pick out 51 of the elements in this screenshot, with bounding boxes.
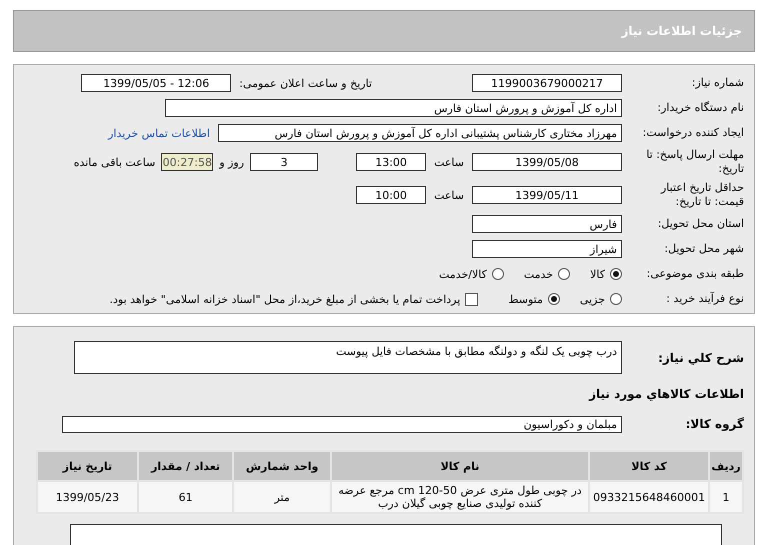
radio-option[interactable]: کالا/خدمت [439, 268, 504, 280]
countdown-field: 00:27:58 [161, 153, 214, 171]
table-cell: متر [233, 481, 331, 513]
date-field: 1399/05/08 [472, 153, 622, 171]
column-header: واحد شمارش [233, 451, 331, 481]
description-field: درب چوبی یک لنگه و دولنگه مطابق با مشخصات فایل پیوست [74, 341, 622, 374]
section-heading: اطلاعات کالاهاي مورد نياز [589, 387, 744, 401]
date-field: 1399/05/11 [472, 186, 622, 204]
payment-checkbox[interactable]: پرداخت تمام یا بخشی از مبلغ خرید،از محل "اسناد خزانه اسلامی" خواهد بود. [110, 292, 478, 306]
announce-date-field: 1399/05/05 - 12:06 [81, 74, 232, 92]
time-field: 10:00 [356, 186, 426, 204]
radio-option[interactable]: متوسط [508, 292, 560, 306]
buyer-field: اداره کل آموزش و پرورش استان فارس [165, 99, 622, 117]
table-cell: 61 [138, 481, 234, 513]
radio-option[interactable]: جزیی [580, 292, 622, 306]
province-field: فارس [472, 215, 622, 233]
radio-option[interactable]: خدمت [524, 268, 570, 280]
field-label: نام دستگاه خریدار: [656, 101, 744, 115]
requester-field: مهرزاد مختاری کارشناس پشتیبانی اداره کل آموزش و پرورش استان فارس [218, 124, 622, 142]
time-field: 13:00 [356, 153, 426, 171]
page-header: جزئیات اطلاعات نیاز [13, 10, 755, 52]
field-label: مهلت ارسال پاسخ: تا تاریخ: [645, 148, 744, 176]
field-label: طبقه بندی موضوعی: [646, 267, 744, 281]
field-label: شرح کلي نياز: [657, 350, 744, 364]
column-header: تاریخ نیاز [37, 451, 138, 481]
table-cell: در چوبی طول متری عرض cm 120-50 مرجع عرضه کننده تولیدی صنایع چوبی گیلان درب [330, 481, 590, 513]
field-label: ساعت [434, 156, 464, 168]
field-label: تاریخ و ساعت اعلان عمومی: [239, 76, 372, 90]
field-label: استان محل تحویل: [656, 217, 744, 231]
field-label: ایجاد کننده درخواست: [642, 126, 744, 140]
table-cell: 1399/05/23 [37, 481, 138, 513]
table-cell: 0933215648460001 [589, 481, 710, 513]
city-field: شیراز [472, 240, 622, 258]
goods-group-field: مبلمان و دکوراسیون [62, 416, 622, 432]
field-label: نوع فرآیند خرید : [665, 292, 744, 306]
field-label: شماره نیاز: [690, 76, 744, 90]
column-header: ردیف [709, 451, 743, 481]
days-field: 3 [250, 153, 318, 171]
radio-option[interactable]: کالا [590, 268, 622, 280]
contact-link[interactable]: اطلاعات تماس خریدار [108, 126, 210, 140]
column-header: تعداد / مقدار [138, 451, 234, 481]
field-label: ساعت باقی مانده [74, 156, 156, 168]
column-header: کد کالا [589, 451, 710, 481]
field-label: ساعت [434, 188, 464, 202]
field-label: حداقل تاریخ اعتبار قیمت: تا تاریخ: [660, 181, 744, 209]
field-label: گروه کالا: [684, 417, 744, 431]
field-label: روز و [219, 156, 244, 168]
column-header: نام کالا [330, 451, 590, 481]
field-label: شهر محل تحویل: [663, 242, 744, 256]
need-number-field: 1199003679000217 [472, 74, 622, 92]
table-cell: 1 [709, 481, 743, 513]
